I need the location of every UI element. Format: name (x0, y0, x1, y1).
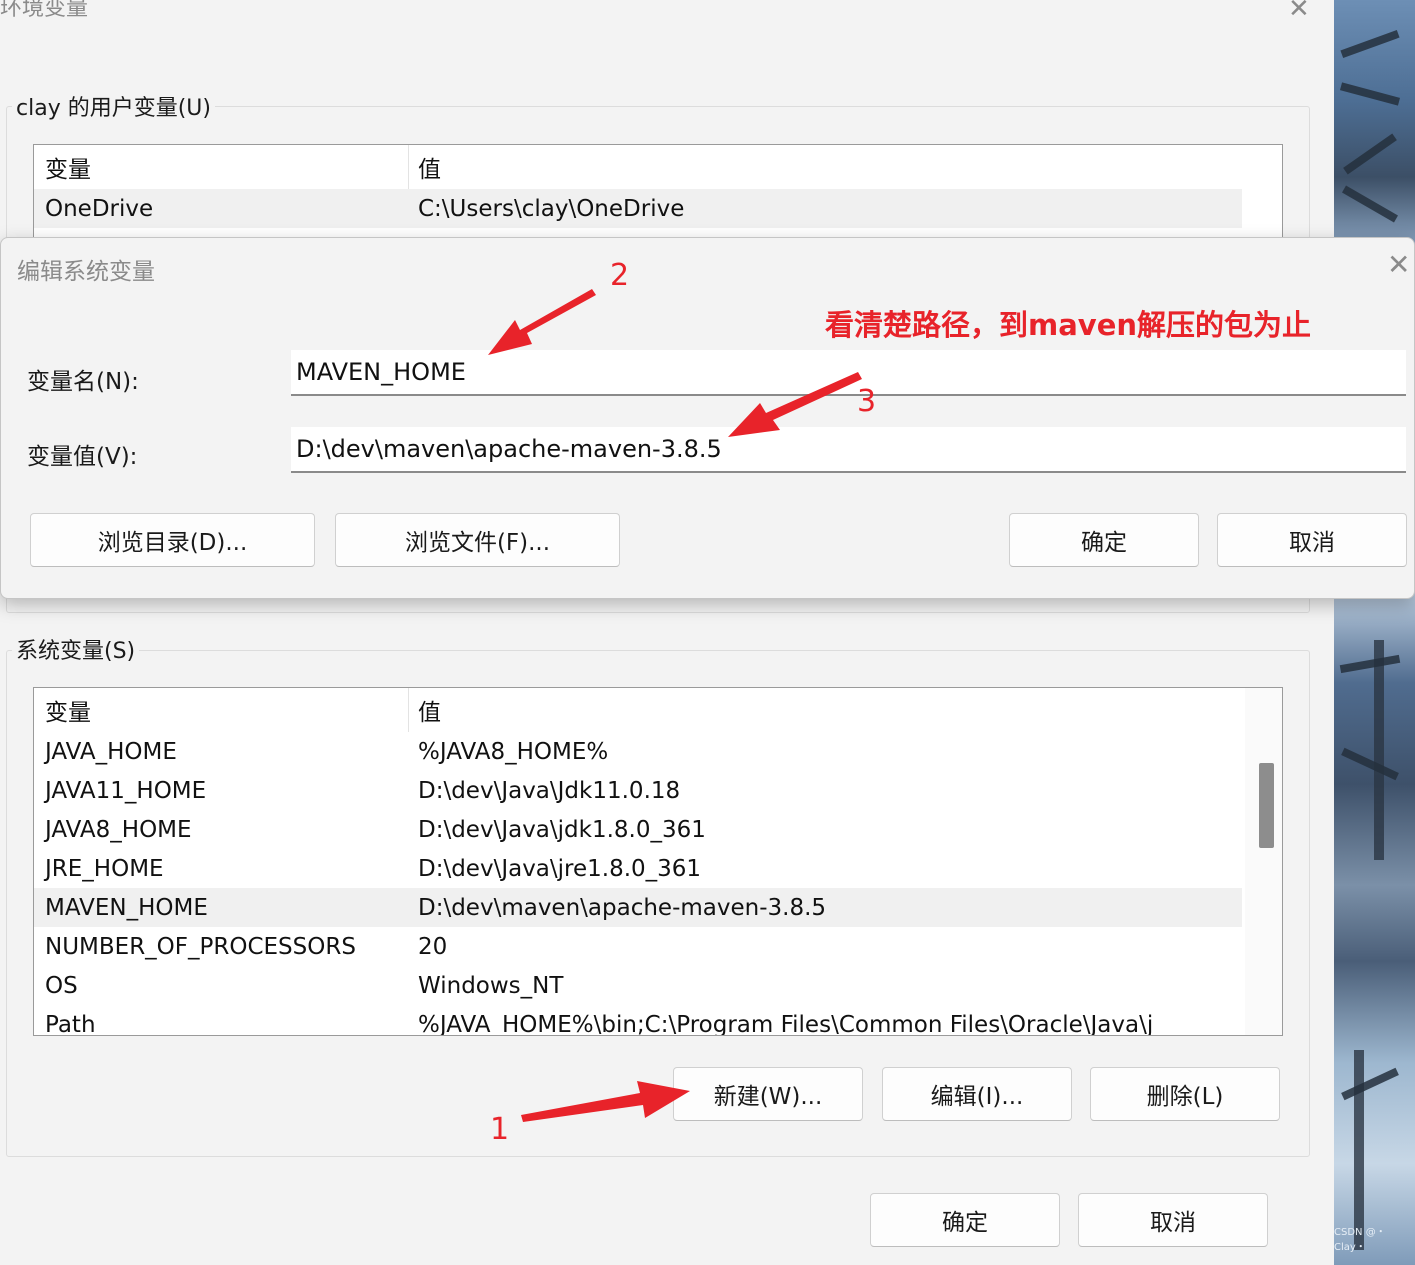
variable-name: MAVEN_HOME (45, 894, 208, 921)
table-row[interactable]: MAVEN_HOME D:\dev\maven\apache-maven-3.8… (34, 888, 1242, 927)
variable-value: %JAVA8_HOME% (418, 738, 609, 765)
table-row[interactable]: OS Windows_NT (34, 966, 1242, 1005)
variable-value: 20 (418, 933, 448, 960)
variable-value: D:\dev\Java\jre1.8.0_361 (418, 855, 702, 882)
new-variable-button[interactable]: 新建(W)... (673, 1067, 863, 1121)
table-row[interactable]: JRE_HOME D:\dev\Java\jre1.8.0_361 (34, 849, 1242, 888)
variable-value: D:\dev\maven\apache-maven-3.8.5 (418, 894, 827, 921)
variable-name: Path (45, 1011, 96, 1036)
list-header: 变量 值 (34, 145, 1282, 189)
column-header-variable[interactable]: 变量 (45, 693, 91, 727)
variable-value-label: 变量值(V): (27, 444, 138, 470)
variable-value: Windows_NT (418, 972, 564, 999)
variable-value: D:\dev\Java\jdk1.8.0_361 (418, 816, 706, 843)
table-row[interactable]: Path %JAVA_HOME%\bin;C:\Program Files\Co… (34, 1005, 1242, 1036)
variable-name: JAVA8_HOME (45, 816, 192, 843)
vertical-scrollbar[interactable] (1245, 688, 1282, 1035)
variable-name: JAVA11_HOME (45, 777, 207, 804)
table-row[interactable]: OneDrive C:\Users\clay\OneDrive (34, 189, 1242, 228)
column-header-variable[interactable]: 变量 (45, 150, 91, 184)
variable-name: OneDrive (45, 195, 154, 222)
annotation-step-2: 2 (610, 258, 630, 293)
dialog-title: 编辑系统变量 (17, 259, 155, 285)
dialog-cancel-button[interactable]: 取消 (1217, 513, 1407, 567)
variable-name-label: 变量名(N): (27, 369, 139, 395)
annotation-step-1: 1 (490, 1112, 510, 1147)
column-header-value[interactable]: 值 (418, 150, 441, 184)
variable-value: %JAVA_HOME%\bin;C:\Program Files\Common … (418, 1011, 1154, 1036)
variable-name: OS (45, 972, 78, 999)
variable-name-input[interactable]: MAVEN_HOME (291, 350, 1406, 396)
annotation-step-3: 3 (857, 384, 877, 419)
cancel-button[interactable]: 取消 (1078, 1193, 1268, 1247)
table-row[interactable]: JAVA11_HOME D:\dev\Java\Jdk11.0.18 (34, 771, 1242, 810)
user-variables-label: clay 的用户变量(U) (12, 90, 215, 122)
watermark: CSDN @・Clay・ (1334, 1227, 1386, 1253)
variable-value-input[interactable]: D:\dev\maven\apache-maven-3.8.5 (291, 427, 1406, 473)
column-header-value[interactable]: 值 (418, 693, 441, 727)
environment-variables-window: 环境变量 ✕ clay 的用户变量(U) 变量 值 OneDrive C:\Us… (0, 0, 1334, 1265)
dialog-ok-button[interactable]: 确定 (1009, 513, 1199, 567)
system-variables-label: 系统变量(S) (12, 633, 140, 665)
close-icon[interactable]: ✕ (1288, 0, 1310, 24)
close-icon[interactable]: ✕ (1387, 248, 1410, 281)
variable-name: JRE_HOME (45, 855, 164, 882)
table-row[interactable]: NUMBER_OF_PROCESSORS 20 (34, 927, 1242, 966)
variable-name: JAVA_HOME (45, 738, 177, 765)
table-row[interactable]: JAVA_HOME %JAVA8_HOME% (34, 732, 1242, 771)
desktop-wallpaper: CSDN @・Clay・ (1334, 0, 1415, 1265)
system-variables-list[interactable]: 变量 值 JAVA_HOME %JAVA8_HOME% JAVA11_HOME … (33, 687, 1283, 1036)
variable-value: C:\Users\clay\OneDrive (418, 195, 685, 222)
browse-directory-button[interactable]: 浏览目录(D)... (30, 513, 315, 567)
window-title: 环境变量 (0, 0, 89, 21)
edit-variable-button[interactable]: 编辑(I)... (882, 1067, 1072, 1121)
scrollbar-thumb[interactable] (1259, 763, 1274, 848)
variable-name: NUMBER_OF_PROCESSORS (45, 933, 356, 960)
variable-value: D:\dev\Java\Jdk11.0.18 (418, 777, 681, 804)
list-header: 变量 值 (34, 688, 1282, 732)
ok-button[interactable]: 确定 (870, 1193, 1060, 1247)
edit-system-variable-dialog: 编辑系统变量 ✕ 变量名(N): MAVEN_HOME 变量值(V): D:\d… (0, 237, 1415, 599)
annotation-note: 看清楚路径，到maven解压的包为止 (825, 308, 1312, 342)
browse-file-button[interactable]: 浏览文件(F)... (335, 513, 620, 567)
table-row[interactable]: JAVA8_HOME D:\dev\Java\jdk1.8.0_361 (34, 810, 1242, 849)
delete-variable-button[interactable]: 删除(L) (1090, 1067, 1280, 1121)
